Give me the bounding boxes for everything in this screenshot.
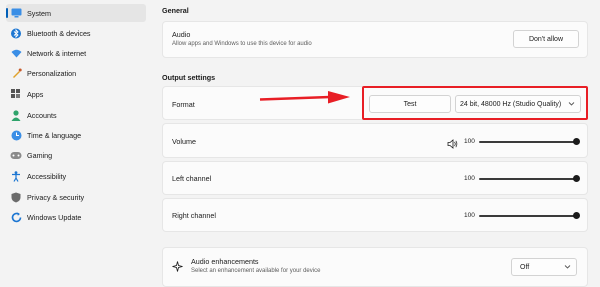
paintbrush-icon xyxy=(10,67,22,79)
right-channel-slider[interactable] xyxy=(479,215,575,217)
right-channel-label: Right channel xyxy=(172,211,216,220)
audio-enhancements-card: Audio enhancements Select an enhancement… xyxy=(162,247,588,287)
audio-card: Audio Allow apps and Windows to use this… xyxy=(162,21,588,58)
sidebar-item-network[interactable]: Network & internet xyxy=(6,44,146,62)
sidebar-item-label: Accessibility xyxy=(27,171,67,181)
bluetooth-icon xyxy=(10,27,22,39)
monitor-icon xyxy=(10,7,22,19)
sidebar-item-label: Personalization xyxy=(27,68,77,78)
sidebar-item-label: Accounts xyxy=(27,110,57,120)
volume-slider[interactable] xyxy=(479,141,575,143)
audio-enhancements-description: Select an enhancement available for your… xyxy=(191,268,321,274)
left-channel-slider-thumb[interactable] xyxy=(573,175,580,182)
sidebar-item-label: Network & internet xyxy=(27,48,87,58)
apps-icon xyxy=(10,88,22,100)
enhancements-dropdown-value: Off xyxy=(520,263,530,271)
sidebar-item-label: Bluetooth & devices xyxy=(27,28,91,38)
sidebar-item-label: Apps xyxy=(27,89,44,99)
left-channel-label: Left channel xyxy=(172,174,212,183)
sidebar-item-personalization[interactable]: Personalization xyxy=(6,64,146,82)
sidebar: System Bluetooth & devices Network & int… xyxy=(0,0,150,278)
sidebar-item-accounts[interactable]: Accounts xyxy=(6,106,146,124)
sidebar-item-label: Time & language xyxy=(27,130,82,140)
volume-value: 100 xyxy=(464,138,475,145)
sidebar-item-label: System xyxy=(27,8,51,18)
audio-enhancements-label: Audio enhancements xyxy=(191,257,259,266)
speaker-icon[interactable] xyxy=(447,136,458,154)
audio-enhancements-dropdown[interactable]: Off xyxy=(511,258,577,276)
sidebar-item-privacy[interactable]: Privacy & security xyxy=(6,188,146,206)
sidebar-item-apps[interactable]: Apps xyxy=(6,85,146,103)
sidebar-item-label: Privacy & security xyxy=(27,192,85,202)
sidebar-item-gaming[interactable]: Gaming xyxy=(6,146,146,164)
highlight-box xyxy=(362,86,588,120)
audio-label: Audio xyxy=(172,30,191,39)
sidebar-item-accessibility[interactable]: Accessibility xyxy=(6,167,146,185)
gamepad-icon xyxy=(10,149,22,161)
left-channel-slider[interactable] xyxy=(479,178,575,180)
sidebar-item-system[interactable]: System xyxy=(6,4,146,22)
dont-allow-button[interactable]: Don't allow xyxy=(513,30,579,48)
section-title-general: General xyxy=(162,6,189,15)
audio-description: Allow apps and Windows to use this devic… xyxy=(172,41,312,47)
wifi-icon xyxy=(10,47,22,59)
accessibility-icon xyxy=(10,170,22,182)
globe-clock-icon xyxy=(10,129,22,141)
volume-card: Volume 100 xyxy=(162,123,588,158)
right-channel-slider-thumb[interactable] xyxy=(573,212,580,219)
shield-icon xyxy=(10,191,22,203)
sidebar-item-windows-update[interactable]: Windows Update xyxy=(6,208,146,226)
update-icon xyxy=(10,211,22,223)
volume-slider-thumb[interactable] xyxy=(573,138,580,145)
person-icon xyxy=(10,109,22,121)
format-label: Format xyxy=(172,100,195,109)
right-channel-value: 100 xyxy=(464,212,475,219)
sidebar-item-label: Windows Update xyxy=(27,212,82,222)
left-channel-card: Left channel 100 xyxy=(162,161,588,195)
chevron-down-icon xyxy=(564,263,571,272)
sidebar-item-label: Gaming xyxy=(27,150,53,160)
red-arrow-icon xyxy=(259,91,350,104)
sidebar-item-time-language[interactable]: Time & language xyxy=(6,126,146,144)
right-channel-card: Right channel 100 xyxy=(162,198,588,232)
volume-label: Volume xyxy=(172,137,196,146)
left-channel-value: 100 xyxy=(464,175,475,182)
section-title-output: Output settings xyxy=(162,73,216,82)
sparkle-icon xyxy=(172,259,183,277)
sidebar-item-bluetooth[interactable]: Bluetooth & devices xyxy=(6,24,146,42)
